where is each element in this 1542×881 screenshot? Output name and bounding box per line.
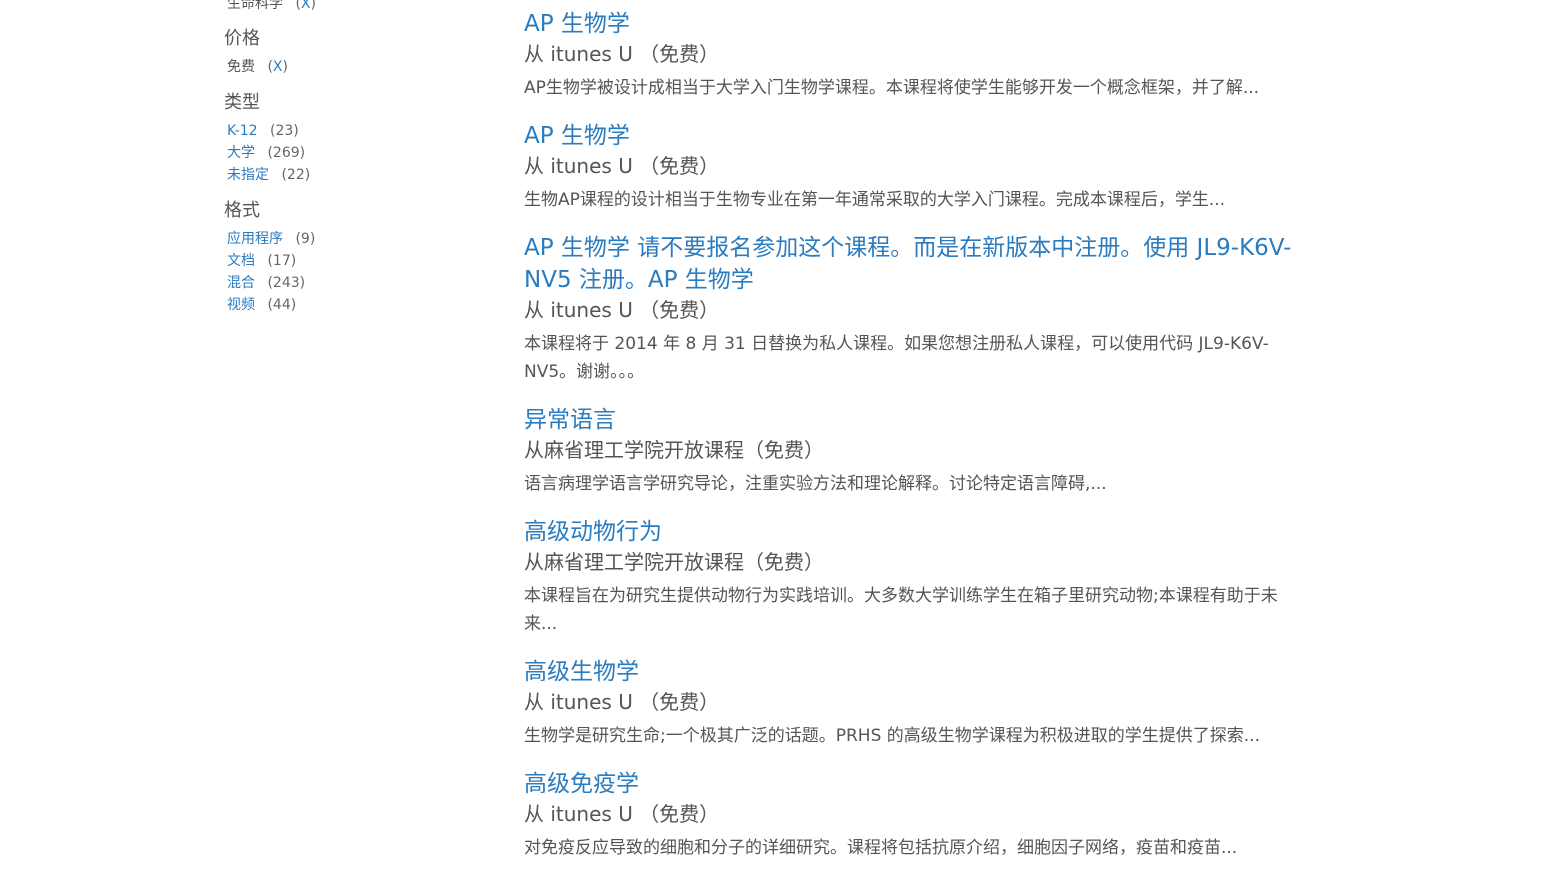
result-source: 从 itunes U （免费） xyxy=(524,802,720,826)
result-title-link[interactable]: 高级生物学 xyxy=(524,656,1304,688)
facet-item-university: 大学 (269) xyxy=(227,142,474,164)
result-description: AP生物学被设计成相当于大学入门生物学课程。本课程将使学生能够开发一个概念框架，… xyxy=(524,78,1260,98)
facet-heading-type: 类型 xyxy=(224,92,260,113)
result-item: AP 生物学 从 itunes U （免费） AP生物学被设计成相当于大学入门生… xyxy=(524,8,1304,102)
facet-group-type: 类型 K-12 (23) 大学 (269) 未指定 (22) xyxy=(224,90,474,186)
facet-link-video[interactable]: 视频 xyxy=(227,297,255,313)
facet-selected-label: 免费 xyxy=(227,59,255,75)
facet-link-university[interactable]: 大学 xyxy=(227,145,255,161)
facet-link-k12[interactable]: K-12 xyxy=(227,123,258,139)
facet-count: (23) xyxy=(270,123,299,139)
facet-item-video: 视频 (44) xyxy=(227,294,474,316)
facet-item-app: 应用程序 (9) xyxy=(227,228,474,250)
facet-link-mixed[interactable]: 混合 xyxy=(227,275,255,291)
facet-remove-wrapper: (X) xyxy=(295,0,316,12)
facet-heading-format: 格式 xyxy=(224,200,260,221)
facet-link-app[interactable]: 应用程序 xyxy=(227,231,283,247)
facet-link-unspecified[interactable]: 未指定 xyxy=(227,167,269,183)
result-source: 从 itunes U （免费） xyxy=(524,298,720,322)
remove-filter-button[interactable]: X xyxy=(301,0,311,12)
facet-item-free: 免费 (X) xyxy=(227,56,474,78)
facet-remove-wrapper: (X) xyxy=(267,59,288,75)
result-item: 高级免疫学 从 itunes U （免费） 对免疫反应导致的细胞和分子的详细研究… xyxy=(524,768,1304,862)
facet-item-k12: K-12 (23) xyxy=(227,120,474,142)
remove-filter-button[interactable]: X xyxy=(273,59,283,75)
result-source: 从 itunes U （免费） xyxy=(524,154,720,178)
result-description: 本课程将于 2014 年 8 月 31 日替换为私人课程。如果您想注册私人课程，… xyxy=(524,334,1269,382)
result-title-link[interactable]: AP 生物学 xyxy=(524,120,1304,152)
result-title-link[interactable]: AP 生物学 请不要报名参加这个课程。而是在新版本中注册。使用 JL9-K6V-… xyxy=(524,232,1304,296)
facet-group-subject: 生命科学 (X) xyxy=(224,0,474,14)
result-description: 对免疫反应导致的细胞和分子的详细研究。课程将包括抗原介绍，细胞因子网络，疫苗和疫… xyxy=(524,838,1238,858)
facet-selected-label: 生命科学 xyxy=(227,0,283,12)
result-item: AP 生物学 从 itunes U （免费） 生物AP课程的设计相当于生物专业在… xyxy=(524,120,1304,214)
result-source: 从 itunes U （免费） xyxy=(524,42,720,66)
facet-count: (243) xyxy=(267,275,306,291)
result-item: 高级动物行为 从麻省理工学院开放课程（免费） 本课程旨在为研究生提供动物行为实践… xyxy=(524,516,1304,638)
result-item: 异常语言 从麻省理工学院开放课程（免费） 语言病理学语言学研究导论，注重实验方法… xyxy=(524,404,1304,498)
facet-count: (17) xyxy=(267,253,297,269)
facet-link-document[interactable]: 文档 xyxy=(227,253,255,269)
facet-heading-price: 价格 xyxy=(224,28,260,49)
result-title-link[interactable]: AP 生物学 xyxy=(524,8,1304,40)
facet-count: (44) xyxy=(267,297,297,313)
facet-group-format: 格式 应用程序 (9) 文档 (17) 混合 (243) 视频 (44) xyxy=(224,198,474,316)
result-item: 高级生物学 从 itunes U （免费） 生物学是研究生命;一个极其广泛的话题… xyxy=(524,656,1304,750)
result-description: 生物学是研究生命;一个极其广泛的话题。PRHS 的高级生物学课程为积极进取的学生… xyxy=(524,726,1260,746)
facet-count: (9) xyxy=(295,231,316,247)
result-description: 语言病理学语言学研究导论，注重实验方法和理论解释。讨论特定语言障碍,... xyxy=(524,474,1107,494)
result-source: 从麻省理工学院开放课程（免费） xyxy=(524,438,824,462)
facet-list-price: 免费 (X) xyxy=(224,56,474,78)
facet-item-document: 文档 (17) xyxy=(227,250,474,272)
filter-sidebar: 生命科学 (X) 价格 免费 (X) 类型 K-12 (23) 大学 (269)… xyxy=(224,0,474,328)
result-source: 从 itunes U （免费） xyxy=(524,690,720,714)
facet-list-type: K-12 (23) 大学 (269) 未指定 (22) xyxy=(224,120,474,186)
search-results: AP 生物学 从 itunes U （免费） AP生物学被设计成相当于大学入门生… xyxy=(524,8,1304,880)
facet-count: (269) xyxy=(267,145,306,161)
result-item: AP 生物学 请不要报名参加这个课程。而是在新版本中注册。使用 JL9-K6V-… xyxy=(524,232,1304,386)
facet-count: (22) xyxy=(281,167,311,183)
facet-item-mixed: 混合 (243) xyxy=(227,272,474,294)
result-title-link[interactable]: 高级免疫学 xyxy=(524,768,1304,800)
result-description: 生物AP课程的设计相当于生物专业在第一年通常采取的大学入门课程。完成本课程后，学… xyxy=(524,190,1226,210)
result-description: 本课程旨在为研究生提供动物行为实践培训。大多数大学训练学生在箱子里研究动物;本课… xyxy=(524,586,1278,634)
facet-list-subject: 生命科学 (X) xyxy=(224,0,474,14)
page: 生命科学 (X) 价格 免费 (X) 类型 K-12 (23) 大学 (269)… xyxy=(0,0,1542,881)
result-title-link[interactable]: 高级动物行为 xyxy=(524,516,1304,548)
result-title-link[interactable]: 异常语言 xyxy=(524,404,1304,436)
facet-group-price: 价格 免费 (X) xyxy=(224,26,474,78)
facet-list-format: 应用程序 (9) 文档 (17) 混合 (243) 视频 (44) xyxy=(224,228,474,316)
facet-item-unspecified: 未指定 (22) xyxy=(227,164,474,186)
facet-item-life-science: 生命科学 (X) xyxy=(227,0,474,14)
result-source: 从麻省理工学院开放课程（免费） xyxy=(524,550,824,574)
